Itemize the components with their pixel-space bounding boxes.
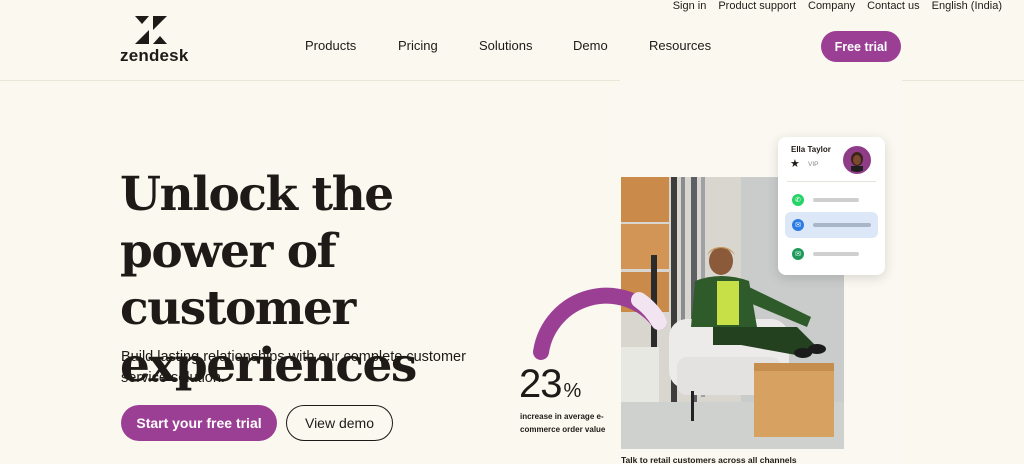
stat-unit: % [563, 380, 582, 402]
avatar [843, 146, 871, 174]
customer-name: Ella Taylor [791, 145, 831, 154]
star-icon: ★ [790, 158, 800, 170]
logo-wordmark: zendesk [120, 46, 189, 65]
channel-email[interactable]: ✉ [785, 241, 878, 267]
zendesk-logo[interactable]: zendesk [120, 16, 188, 65]
stat-label: increase in average e-commerce order val… [520, 412, 606, 434]
customer-tier: VIP [808, 161, 819, 168]
channel-whatsapp[interactable]: ✆ [785, 187, 878, 213]
site-header: Sign in Product support Company Contact … [0, 0, 1024, 81]
nav-pricing[interactable]: Pricing [398, 38, 438, 53]
hero-subtitle: Build lasting relationships with our com… [121, 349, 466, 386]
view-demo-button[interactable]: View demo [286, 405, 393, 441]
stat-figure: 23% [519, 362, 581, 406]
messenger-icon: ✉ [792, 219, 804, 231]
company-link[interactable]: Company [808, 0, 855, 14]
utility-nav: Sign in Product support Company Contact … [673, 0, 1002, 14]
stat-value: 23 [519, 362, 562, 406]
email-icon: ✉ [792, 248, 804, 260]
channel-placeholder-line [813, 198, 859, 202]
product-support-link[interactable]: Product support [718, 0, 796, 14]
nav-solutions[interactable]: Solutions [479, 38, 532, 53]
card-divider [787, 181, 876, 182]
contact-us-link[interactable]: Contact us [867, 0, 920, 14]
start-free-trial-button[interactable]: Start your free trial [121, 405, 277, 441]
zendesk-logo-icon [135, 16, 167, 44]
language-selector[interactable]: English (India) [932, 0, 1002, 14]
visual-caption: Talk to retail customers across all chan… [621, 455, 797, 464]
channel-messenger[interactable]: ✉ [785, 212, 878, 238]
nav-demo[interactable]: Demo [573, 38, 608, 53]
nav-resources[interactable]: Resources [649, 38, 711, 53]
sign-in-link[interactable]: Sign in [673, 0, 707, 14]
free-trial-button[interactable]: Free trial [821, 31, 901, 62]
customer-profile-card: Ella Taylor ★ VIP ✆ ✉ ✉ [778, 137, 885, 275]
channel-placeholder-line [813, 252, 859, 256]
whatsapp-icon: ✆ [792, 194, 804, 206]
stat-progress-arc [533, 287, 667, 360]
channel-placeholder-line [813, 223, 871, 227]
nav-products[interactable]: Products [305, 38, 356, 53]
